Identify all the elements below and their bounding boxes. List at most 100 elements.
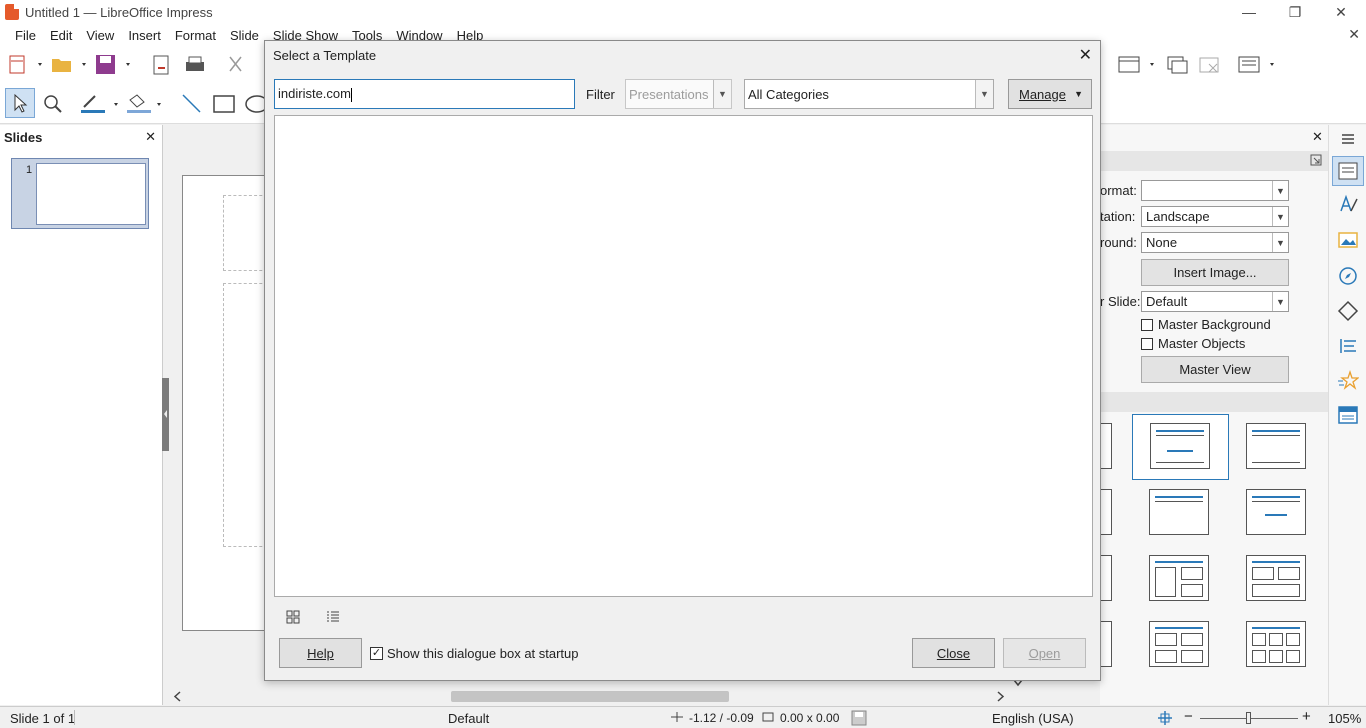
dialog-close-icon[interactable]: ✕	[1079, 45, 1092, 65]
animation-deck-icon[interactable]	[1337, 369, 1360, 394]
shapes-deck-icon[interactable]	[1337, 300, 1359, 325]
layout-title-content[interactable]	[1246, 423, 1306, 469]
master-slide-name: Default	[448, 711, 490, 726]
master-slide-select[interactable]: Default ▼	[1141, 291, 1289, 312]
template-list-view[interactable]	[274, 115, 1093, 597]
background-label: round:	[1100, 235, 1137, 250]
window-title: Untitled 1 — LibreOffice Impress	[25, 4, 213, 20]
position-readout: -1.12 / -0.09	[689, 711, 754, 725]
ellipse-tool-icon[interactable]	[244, 92, 264, 116]
category-select[interactable]: All Categories ▼	[744, 79, 994, 109]
sidebar-deck	[1328, 125, 1366, 705]
help-button[interactable]: Help	[279, 638, 362, 668]
sidebar-menu-icon[interactable]	[1341, 133, 1355, 148]
chevron-down-icon: ▼	[1272, 233, 1288, 252]
template-search-input[interactable]: indiriste.com	[274, 79, 575, 109]
horizontal-scrollbar[interactable]	[169, 688, 1017, 705]
more-options-icon[interactable]	[1310, 154, 1322, 169]
chevron-down-icon: ▼	[1272, 207, 1288, 226]
minimize-button[interactable]: —	[1226, 0, 1272, 24]
horizontal-scroll-thumb[interactable]	[451, 691, 729, 702]
zoom-pan-icon[interactable]	[40, 92, 66, 116]
menu-slide[interactable]: Slide	[223, 28, 266, 43]
status-divider	[74, 710, 75, 725]
master-background-checkbox[interactable]: Master Background	[1141, 317, 1271, 332]
layout-title-2-content-over[interactable]	[1246, 555, 1306, 601]
master-view-button[interactable]: Master View	[1141, 356, 1289, 383]
show-at-startup-checkbox[interactable]: ✓ Show this dialogue box at startup	[370, 646, 579, 661]
pane-collapse-handle[interactable]	[162, 378, 169, 451]
cut-icon[interactable]	[224, 54, 248, 76]
new-slide-icon[interactable]	[1116, 54, 1160, 76]
layout-title-content-selected[interactable]	[1132, 414, 1229, 480]
dialog-title: Select a Template	[273, 48, 377, 63]
filter-select[interactable]: Presentations ▼	[625, 79, 732, 109]
slide-transition-deck-icon[interactable]	[1337, 335, 1359, 360]
navigator-deck-icon[interactable]	[1337, 265, 1359, 290]
gallery-deck-icon[interactable]	[1337, 229, 1359, 254]
checkbox-box	[1141, 337, 1153, 350]
slide-canvas[interactable]	[182, 175, 283, 631]
show-at-startup-label: Show this dialogue box at startup	[387, 646, 579, 661]
zoom-in-icon[interactable]: +	[1302, 708, 1311, 725]
slide-section-header	[1100, 151, 1328, 171]
list-view-icon[interactable]	[322, 607, 344, 627]
line-color-icon[interactable]	[78, 92, 122, 116]
window-close-button[interactable]: ✕	[1318, 0, 1364, 24]
insert-image-button[interactable]: Insert Image...	[1141, 259, 1289, 286]
fit-slide-icon[interactable]	[1157, 710, 1173, 728]
new-document-icon[interactable]	[8, 54, 46, 76]
background-select[interactable]: None ▼	[1141, 232, 1289, 253]
master-slides-deck-icon[interactable]	[1337, 404, 1359, 429]
zoom-slider-thumb[interactable]	[1246, 712, 1251, 724]
menu-format[interactable]: Format	[168, 28, 223, 43]
language-status[interactable]: English (USA)	[992, 711, 1074, 726]
close-button[interactable]: Close	[912, 638, 995, 668]
save-icon[interactable]	[94, 54, 134, 76]
category-select-value: All Categories	[748, 87, 829, 102]
open-folder-icon[interactable]	[50, 54, 90, 76]
select-tool-icon[interactable]	[5, 88, 35, 118]
slide-thumbnail[interactable]: 1	[11, 158, 149, 229]
document-close-button[interactable]: ✕	[1348, 26, 1360, 43]
orientation-select[interactable]: Landscape ▼	[1141, 206, 1289, 227]
line-tool-icon[interactable]	[180, 92, 204, 116]
restore-button[interactable]: ❐	[1272, 0, 1318, 24]
manage-button-label: Manage	[1019, 86, 1066, 102]
manage-button[interactable]: Manage ▼	[1008, 79, 1092, 109]
layout-six-content[interactable]	[1246, 621, 1306, 667]
sidebar-close-icon[interactable]: ✕	[1312, 129, 1323, 145]
layout-title-only[interactable]	[1149, 489, 1209, 535]
open-button[interactable]: Open	[1003, 638, 1086, 668]
duplicate-slide-icon[interactable]	[1165, 54, 1189, 76]
thumbnail-view-icon[interactable]	[282, 607, 304, 627]
orientation-value: Landscape	[1146, 209, 1210, 224]
zoom-level[interactable]: 105%	[1328, 711, 1361, 726]
layout-content-two-boxes[interactable]	[1149, 555, 1209, 601]
print-icon[interactable]	[183, 54, 207, 76]
export-pdf-icon[interactable]	[150, 54, 174, 76]
status-bar: Slide 1 of 1 Default -1.12 / -0.09 0.00 …	[0, 706, 1366, 728]
chevron-down-icon: ▼	[1272, 181, 1288, 200]
properties-sidebar: ✕ ormat: ▼ tation: Landscape ▼ round: No…	[1052, 125, 1328, 705]
slide-layout-icon[interactable]	[1236, 54, 1280, 76]
format-select[interactable]: ▼	[1141, 180, 1289, 201]
impress-logo-icon	[5, 4, 19, 20]
menu-view[interactable]: View	[79, 28, 121, 43]
document-modified-icon[interactable]	[850, 710, 868, 728]
background-value: None	[1146, 235, 1178, 250]
menu-insert[interactable]: Insert	[121, 28, 168, 43]
slides-pane-close-icon[interactable]: ✕	[145, 129, 156, 145]
master-objects-checkbox[interactable]: Master Objects	[1141, 336, 1245, 351]
zoom-out-icon[interactable]: −	[1184, 708, 1193, 725]
layout-centered[interactable]	[1246, 489, 1306, 535]
menu-file[interactable]: File	[8, 28, 43, 43]
menu-edit[interactable]: Edit	[43, 28, 79, 43]
delete-slide-icon[interactable]	[1197, 54, 1221, 76]
properties-deck-icon[interactable]	[1332, 156, 1364, 186]
layout-four-content[interactable]	[1149, 621, 1209, 667]
fill-color-icon[interactable]	[124, 92, 168, 116]
rectangle-tool-icon[interactable]	[212, 92, 236, 116]
styles-deck-icon[interactable]	[1337, 193, 1359, 218]
chevron-down-icon: ▼	[713, 80, 731, 108]
